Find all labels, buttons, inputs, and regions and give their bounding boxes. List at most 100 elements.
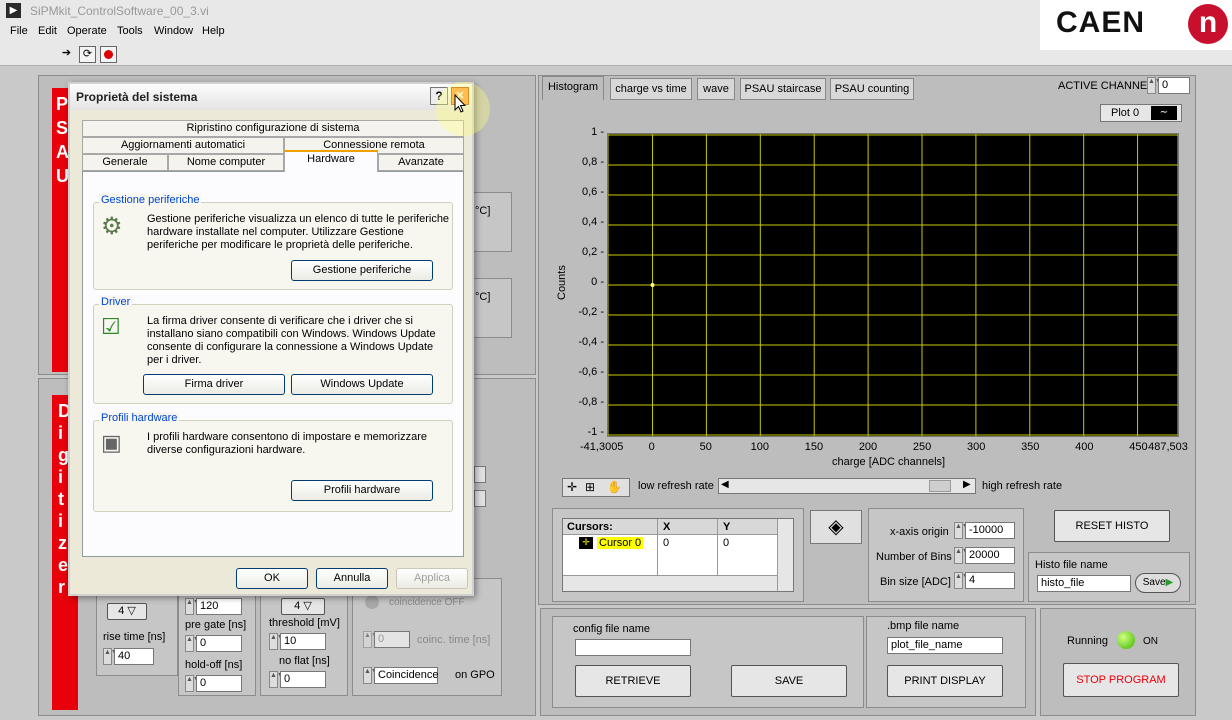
- coincidence-spinner[interactable]: ▲▼: [363, 667, 378, 684]
- threshold-select-value: 4: [294, 600, 301, 612]
- tab-ripristino[interactable]: Ripristino configurazione di sistema: [82, 120, 464, 137]
- pre-gate-input[interactable]: 0: [196, 635, 242, 652]
- pre-gate-spinner[interactable]: ▲▼: [185, 635, 200, 652]
- crosshair-icon[interactable]: ✛: [567, 480, 577, 494]
- apply-button[interactable]: Applica: [396, 568, 468, 589]
- hidden-field: [474, 466, 486, 483]
- x-origin-input[interactable]: -10000: [965, 522, 1015, 539]
- digitizer-letter: t: [58, 489, 64, 509]
- profili-text-1: I profili hardware consentono di imposta…: [147, 431, 428, 443]
- hold-off-input[interactable]: 0: [196, 675, 242, 692]
- x-origin-spinner[interactable]: ▲▼: [954, 522, 969, 539]
- histo-file-input[interactable]: histo_file: [1037, 575, 1131, 592]
- no-flat-input[interactable]: 0: [280, 671, 326, 688]
- gestione-periferiche-button[interactable]: Gestione periferiche: [291, 260, 433, 281]
- digitizer-letter: z: [58, 533, 67, 553]
- run-arrow-icon[interactable]: ➔: [58, 46, 75, 63]
- cursor-0-name[interactable]: Cursor 0: [597, 537, 644, 549]
- binsize-input[interactable]: 4: [965, 572, 1015, 589]
- tab-generale[interactable]: Generale: [82, 154, 168, 171]
- nbins-input[interactable]: 20000: [965, 547, 1015, 564]
- rise-time-group: 4 ▽ rise time [ns] ▲▼ 40: [96, 592, 178, 676]
- menu-operate[interactable]: Operate: [67, 25, 107, 37]
- cursor-table-hscroll[interactable]: [563, 575, 777, 591]
- labview-app-icon: ▶: [6, 3, 21, 18]
- menu-window[interactable]: Window: [154, 25, 193, 37]
- tab-psau-counting[interactable]: PSAU counting: [830, 78, 914, 100]
- threshold-spinner[interactable]: ▲▼: [269, 633, 284, 650]
- tab-charge-vs-time[interactable]: charge vs time: [610, 78, 692, 100]
- ok-button[interactable]: OK: [236, 568, 308, 589]
- hold-off-spinner[interactable]: ▲▼: [185, 675, 200, 692]
- digitizer-letter: i: [58, 511, 64, 531]
- active-channel-spinner[interactable]: ▲▼: [1147, 77, 1162, 94]
- threshold-input[interactable]: 10: [280, 633, 326, 650]
- slider-thumb[interactable]: [929, 480, 951, 492]
- profili-hardware-button[interactable]: Profili hardware: [291, 480, 433, 501]
- gain-select-value: 4: [118, 605, 125, 617]
- driver-signing-icon: ☑: [101, 314, 121, 339]
- device-manager-icon: ⚙: [101, 213, 123, 240]
- zoom-icon[interactable]: ⊞: [585, 480, 595, 494]
- digitizer-letter: i: [58, 423, 64, 443]
- plot-legend-label: Plot 0: [1111, 107, 1140, 119]
- active-channel-input[interactable]: 0: [1158, 77, 1190, 94]
- run-panel: Running ON STOP PROGRAM: [1040, 608, 1196, 716]
- plot-legend[interactable]: Plot 0 ∼: [1100, 104, 1182, 122]
- nbins-spinner[interactable]: ▲▼: [954, 547, 969, 564]
- x-tick-label: 0: [648, 441, 655, 453]
- driver-text-4: per i driver.: [147, 354, 202, 366]
- slider-left-arrow-icon[interactable]: ◀: [721, 479, 729, 490]
- gate-spinner[interactable]: ▲▼: [185, 598, 200, 615]
- no-flat-spinner[interactable]: ▲▼: [269, 671, 284, 688]
- rise-time-input[interactable]: 40: [114, 648, 154, 665]
- histo-save-button[interactable]: Save▶: [1135, 573, 1181, 593]
- menu-edit[interactable]: Edit: [38, 25, 57, 37]
- refresh-rate-slider[interactable]: ◀ ▶: [718, 478, 976, 494]
- save-config-button[interactable]: SAVE: [731, 665, 847, 697]
- config-file-input[interactable]: [575, 639, 691, 656]
- rise-time-spinner[interactable]: ▲▼: [103, 648, 118, 665]
- bmp-file-input[interactable]: plot_file_name: [887, 637, 1003, 654]
- menu-tools[interactable]: Tools: [117, 25, 143, 37]
- reset-histo-button[interactable]: RESET HISTO: [1054, 510, 1170, 542]
- binsize-spinner[interactable]: ▲▼: [954, 572, 969, 589]
- print-display-button[interactable]: PRINT DISPLAY: [887, 665, 1003, 697]
- tab-nome-computer[interactable]: Nome computer: [168, 154, 284, 171]
- cursor-move-icon[interactable]: ◈: [810, 510, 862, 544]
- dialog-title-bar: Proprietà del sistema ? ✕: [70, 84, 472, 110]
- coincidence-select[interactable]: Coincidence: [374, 667, 439, 684]
- gate-input[interactable]: 120: [196, 598, 242, 615]
- tab-aggiornamenti[interactable]: Aggiornamenti automatici: [82, 137, 284, 154]
- hand-pan-icon[interactable]: ✋: [607, 480, 622, 494]
- windows-update-button[interactable]: Windows Update: [291, 374, 433, 395]
- retrieve-button[interactable]: RETRIEVE: [575, 665, 691, 697]
- gain-select[interactable]: 4 ▽: [107, 603, 147, 620]
- config-group: config file name RETRIEVE SAVE: [552, 616, 864, 708]
- driver-label: Driver: [99, 296, 133, 308]
- bmp-file-label: .bmp file name: [887, 620, 960, 632]
- menu-help[interactable]: Help: [202, 25, 225, 37]
- graph-palette[interactable]: ✛ ⊞ ✋: [562, 478, 630, 497]
- cursor-table[interactable]: Cursors: X Y ✛ Cursor 0 0 0: [562, 518, 794, 592]
- cursor-table-scrollbar[interactable]: [777, 519, 793, 591]
- abort-icon[interactable]: [100, 46, 117, 63]
- histo-save-label: Save: [1142, 577, 1166, 588]
- threshold-select[interactable]: 4 ▽: [281, 598, 325, 615]
- firma-driver-button[interactable]: Firma driver: [143, 374, 285, 395]
- x-tick-label: 400: [1075, 441, 1094, 453]
- tab-histogram[interactable]: Histogram: [542, 76, 604, 100]
- slider-right-arrow-icon[interactable]: ▶: [963, 479, 971, 490]
- tab-psau-staircase[interactable]: PSAU staircase: [740, 78, 826, 100]
- y-tick-label: 0,4 -: [581, 216, 604, 228]
- tab-wave[interactable]: wave: [697, 78, 735, 100]
- histogram-plot[interactable]: [607, 133, 1179, 437]
- tab-hardware[interactable]: Hardware: [284, 150, 378, 172]
- menu-file[interactable]: File: [10, 25, 28, 37]
- cancel-button[interactable]: Annulla: [316, 568, 388, 589]
- run-continuous-icon[interactable]: ⟳: [79, 46, 96, 63]
- coinc-time-input[interactable]: 0: [374, 631, 410, 648]
- stop-program-button[interactable]: STOP PROGRAM: [1063, 663, 1179, 697]
- tab-avanzate[interactable]: Avanzate: [378, 154, 464, 171]
- coinc-time-spinner[interactable]: ▲▼: [363, 631, 378, 648]
